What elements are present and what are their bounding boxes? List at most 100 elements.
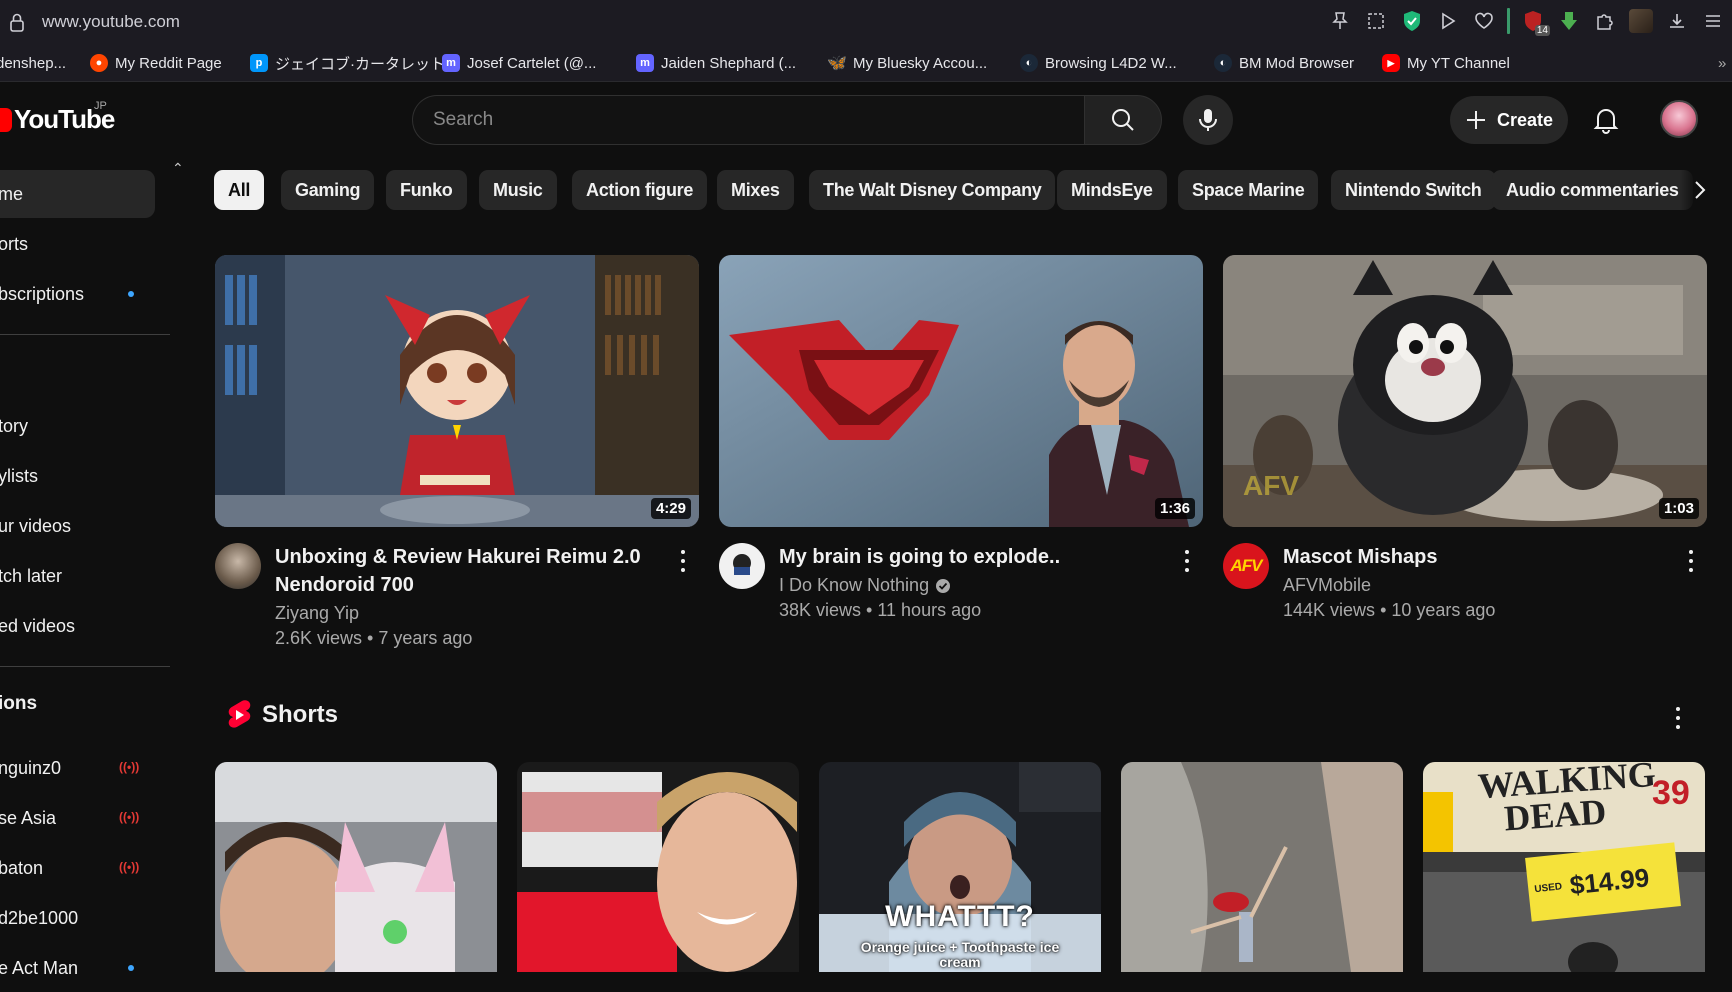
sidebar-subscription-item[interactable]: baton ((•)): [0, 844, 155, 892]
chip-walt-disney[interactable]: The Walt Disney Company: [809, 170, 1056, 210]
browser-toolbar: www.youtube.com 14: [0, 0, 1732, 44]
chip-audio-commentaries[interactable]: Audio commentaries: [1492, 170, 1693, 210]
shield-extension-icon[interactable]: [1399, 8, 1425, 34]
ublock-icon[interactable]: 14: [1520, 8, 1550, 36]
live-icon: ((•)): [119, 760, 140, 774]
screenshot-icon[interactable]: [1363, 8, 1389, 34]
short-thumbnail: [1121, 762, 1403, 972]
sidebar-item-playlists[interactable]: ylists: [0, 452, 155, 500]
create-button[interactable]: Create: [1450, 96, 1568, 144]
channel-name[interactable]: AFVMobile: [1283, 575, 1371, 596]
filter-chips-bar: All Gaming Funko Music Action figure Mix…: [214, 170, 1704, 210]
chip-nintendo-switch[interactable]: Nintendo Switch: [1331, 170, 1496, 210]
shorts-more-icon[interactable]: [1668, 704, 1688, 732]
sidebar-subscription-item[interactable]: d2be1000: [0, 894, 155, 942]
chip-all[interactable]: All: [214, 170, 265, 210]
bookmark-item[interactable]: ● My Reddit Page: [90, 52, 222, 74]
sidebar-divider: [0, 334, 170, 335]
extensions-puzzle-icon[interactable]: [1592, 8, 1618, 34]
search-button[interactable]: [1084, 95, 1162, 145]
lock-icon[interactable]: [8, 12, 26, 32]
funko-box-number: 39: [1652, 774, 1690, 812]
video-thumbnail[interactable]: 4:29: [215, 255, 699, 527]
thumbnail-image: AFV: [1223, 255, 1707, 527]
bookmark-item[interactable]: 🦋 My Bluesky Accou...: [827, 52, 987, 74]
chip-action-figure[interactable]: Action figure: [572, 170, 708, 210]
download-helper-icon[interactable]: [1556, 8, 1582, 34]
short-card[interactable]: WHATTT? Orange juice + Toothpaste ice cr…: [819, 762, 1101, 972]
play-icon[interactable]: [1435, 8, 1461, 34]
more-actions-icon[interactable]: [1177, 547, 1197, 575]
video-title[interactable]: My brain is going to explode..: [779, 543, 1159, 571]
address-bar[interactable]: www.youtube.com: [42, 12, 180, 32]
heart-icon[interactable]: [1471, 8, 1497, 34]
sidebar-item-home[interactable]: me: [0, 170, 155, 218]
sidebar-item-subscriptions[interactable]: bscriptions: [0, 270, 155, 318]
chip-mindseye[interactable]: MindsEye: [1057, 170, 1167, 210]
funko-box-title: WALKING DEAD: [1476, 762, 1657, 839]
bookmark-item[interactable]: ◐ Browsing L4D2 W...: [1020, 52, 1177, 74]
bookmark-item[interactable]: p ジェイコブ·カータレット...: [250, 52, 458, 74]
youtube-header: YouTube JP Create: [0, 82, 1732, 160]
youtube-logo[interactable]: YouTube JP: [0, 100, 115, 135]
bookmark-item[interactable]: ▶ My YT Channel: [1382, 52, 1510, 74]
bookmark-item[interactable]: m Josef Cartelet (@...: [442, 52, 596, 74]
account-avatar[interactable]: [1660, 100, 1698, 138]
sidebar: ⌃ me orts bscriptions tory ylists ur vid…: [0, 160, 184, 978]
video-title[interactable]: Mascot Mishaps: [1283, 543, 1663, 571]
sidebar-item-watch-later[interactable]: tch later: [0, 552, 155, 600]
video-title[interactable]: Unboxing & Review Hakurei Reimu 2.0 Nend…: [275, 543, 655, 599]
bookmarks-overflow-icon[interactable]: »: [1718, 52, 1726, 74]
channel-avatar[interactable]: [719, 543, 765, 589]
collapse-chevron-icon[interactable]: ⌃: [172, 160, 184, 177]
more-actions-icon[interactable]: [673, 547, 693, 575]
bookmark-item[interactable]: m Jaiden Shephard (...: [636, 52, 796, 74]
channel-name[interactable]: Ziyang Yip: [275, 603, 359, 624]
sidebar-item-history[interactable]: tory: [0, 402, 155, 450]
short-thumbnail: [517, 762, 799, 972]
channel-avatar[interactable]: AFV: [1223, 543, 1269, 589]
video-meta: Unboxing & Review Hakurei Reimu 2.0 Nend…: [215, 527, 699, 648]
sidebar-subscription-item[interactable]: nguinz0 ((•)): [0, 744, 155, 792]
short-card[interactable]: [517, 762, 799, 972]
pin-icon[interactable]: [1327, 8, 1353, 34]
chips-next-button[interactable]: [1680, 170, 1720, 210]
sidebar-item-liked-videos[interactable]: ed videos: [0, 602, 155, 650]
channel-avatar[interactable]: [215, 543, 261, 589]
bluesky-icon: 🦋: [827, 55, 847, 72]
video-thumbnail[interactable]: AFV 1:03: [1223, 255, 1707, 527]
sidebar-item-shorts[interactable]: orts: [0, 220, 155, 268]
bookmark-item[interactable]: denshep...: [0, 52, 66, 74]
download-icon[interactable]: [1664, 8, 1690, 34]
bookmark-item[interactable]: ◐ BM Mod Browser: [1214, 52, 1354, 74]
short-card[interactable]: [1121, 762, 1403, 972]
channel-name[interactable]: I Do Know Nothing: [779, 575, 951, 596]
video-card[interactable]: 1:36 My brain is going to explode.. I Do…: [719, 255, 1203, 637]
svg-text:AFV: AFV: [1243, 470, 1299, 501]
chip-mixes[interactable]: Mixes: [717, 170, 794, 210]
video-card[interactable]: 4:29 Unboxing & Review Hakurei Reimu 2.0…: [215, 255, 699, 648]
chip-music[interactable]: Music: [479, 170, 557, 210]
short-thumbnail: [215, 762, 497, 972]
new-content-dot: [128, 291, 134, 297]
chip-gaming[interactable]: Gaming: [281, 170, 375, 210]
video-thumbnail[interactable]: 1:36: [719, 255, 1203, 527]
profile-avatar[interactable]: [1628, 8, 1654, 34]
notifications-bell-icon[interactable]: [1588, 102, 1624, 138]
more-actions-icon[interactable]: [1681, 547, 1701, 575]
search-input[interactable]: [433, 109, 1033, 131]
chip-space-marine[interactable]: Space Marine: [1178, 170, 1319, 210]
sidebar-item-your-videos[interactable]: ur videos: [0, 502, 155, 550]
sidebar-subscription-item[interactable]: e Act Man: [0, 944, 155, 992]
chip-funko[interactable]: Funko: [386, 170, 467, 210]
short-card[interactable]: [215, 762, 497, 972]
video-meta: My brain is going to explode.. I Do Know…: [719, 527, 1203, 637]
mastodon-icon: m: [442, 54, 460, 72]
plus-icon: [1466, 111, 1485, 129]
short-card[interactable]: WALKING DEAD 39 USED $14.99: [1423, 762, 1705, 972]
video-card[interactable]: AFV 1:03 AFV Mascot Mishaps AFVMobile 14…: [1223, 255, 1707, 637]
short-caption: WHATTT?: [885, 900, 1035, 933]
menu-icon[interactable]: [1700, 8, 1726, 34]
sidebar-subscription-item[interactable]: se Asia ((•)): [0, 794, 155, 842]
voice-search-button[interactable]: [1183, 95, 1233, 145]
